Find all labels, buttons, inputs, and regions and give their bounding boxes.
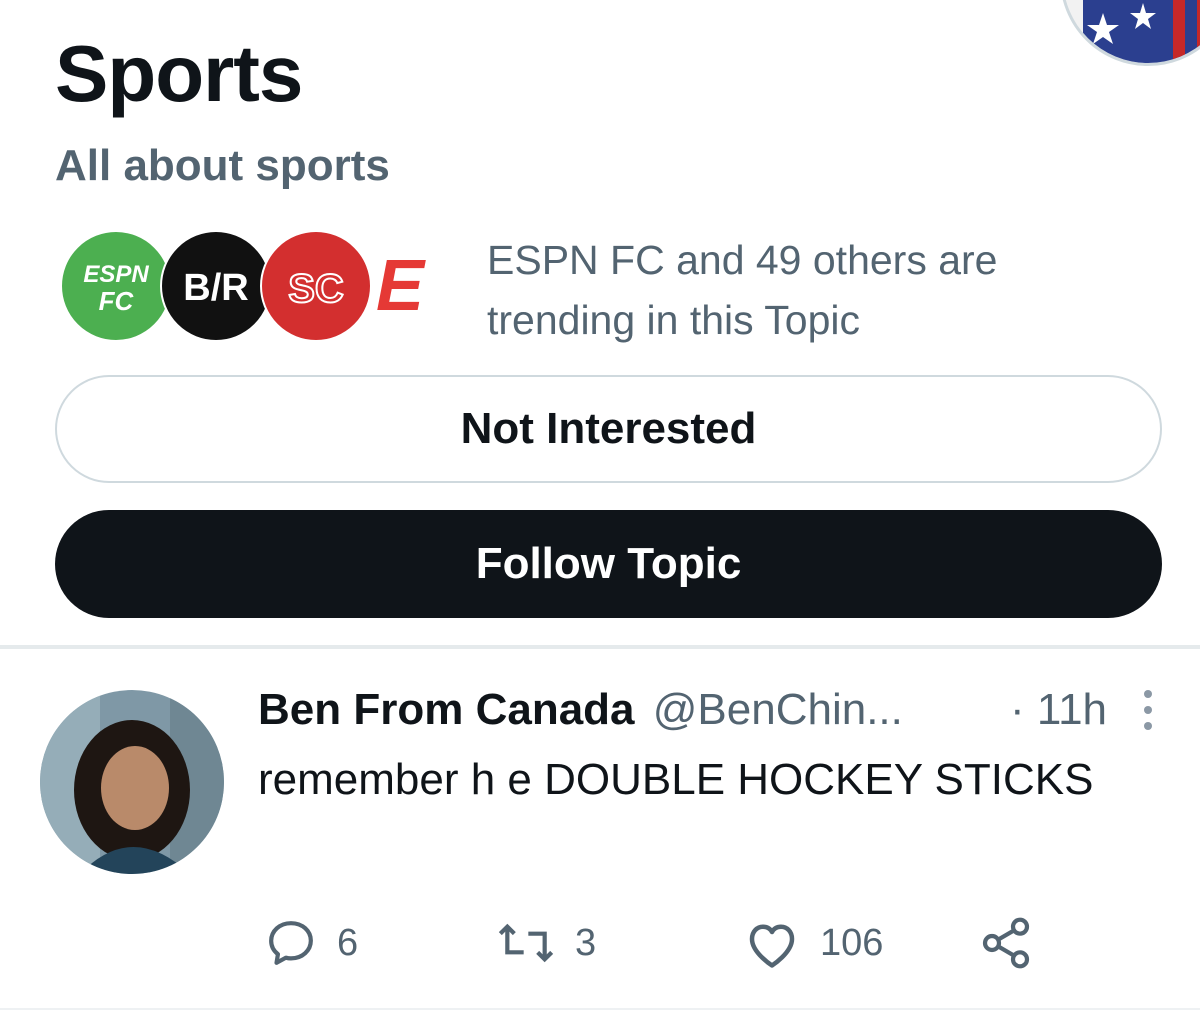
us-flag-icon xyxy=(1063,0,1200,63)
sportscenter-logo-text: SC xyxy=(288,267,344,311)
follow-topic-button[interactable]: Follow Topic xyxy=(55,510,1162,618)
tweet-author-avatar[interactable] xyxy=(40,690,224,874)
retweet-button[interactable]: 3 xyxy=(495,915,596,971)
trending-description: ESPN FC and 49 others are trending in th… xyxy=(487,237,998,343)
espn-fc-logo-text-bottom: FC xyxy=(99,286,135,316)
section-divider xyxy=(0,645,1200,649)
tweet-author-name[interactable]: Ben From Canada xyxy=(258,685,635,734)
retweet-icon xyxy=(498,923,554,963)
retweet-count: 3 xyxy=(575,921,597,964)
espn-logo: E xyxy=(365,246,435,326)
tweet-header: Ben From Canada @BenChin... xyxy=(258,680,903,740)
espn-fc-logo-text-top: ESPN xyxy=(83,261,149,288)
reply-count: 6 xyxy=(337,921,359,964)
topic-subtitle: All about sports xyxy=(55,141,390,190)
reply-button[interactable]: 6 xyxy=(263,915,358,971)
share-icon xyxy=(982,917,1030,969)
tweet-text: remember h e DOUBLE HOCKEY STICKS xyxy=(258,755,1094,804)
bleacher-report-logo: B/R xyxy=(160,230,272,342)
like-button[interactable]: 106 xyxy=(742,915,883,971)
reply-icon xyxy=(269,921,313,965)
like-icon xyxy=(749,924,795,968)
more-icon[interactable] xyxy=(1138,688,1158,732)
trending-accounts-logos[interactable]: ESPN FC B/R SC E xyxy=(60,230,440,345)
not-interested-button[interactable]: Not Interested xyxy=(55,375,1162,483)
sportscenter-logo: SC xyxy=(260,230,372,342)
topic-title: Sports xyxy=(55,29,303,118)
share-button[interactable] xyxy=(978,915,1034,971)
profile-avatar[interactable] xyxy=(1060,0,1200,66)
tweet-timestamp[interactable]: · 11h xyxy=(1010,680,1107,740)
espn-fc-logo: ESPN FC xyxy=(60,230,172,342)
topic-page: Sports All about sports ESPN FC B/R SC E xyxy=(0,0,1200,1014)
espn-logo-text: E xyxy=(376,250,426,320)
bottom-divider xyxy=(0,1008,1200,1010)
like-count: 106 xyxy=(820,921,884,964)
bleacher-report-logo-text: B/R xyxy=(183,267,248,309)
tweet-author-handle[interactable]: @BenChin... xyxy=(653,685,903,734)
